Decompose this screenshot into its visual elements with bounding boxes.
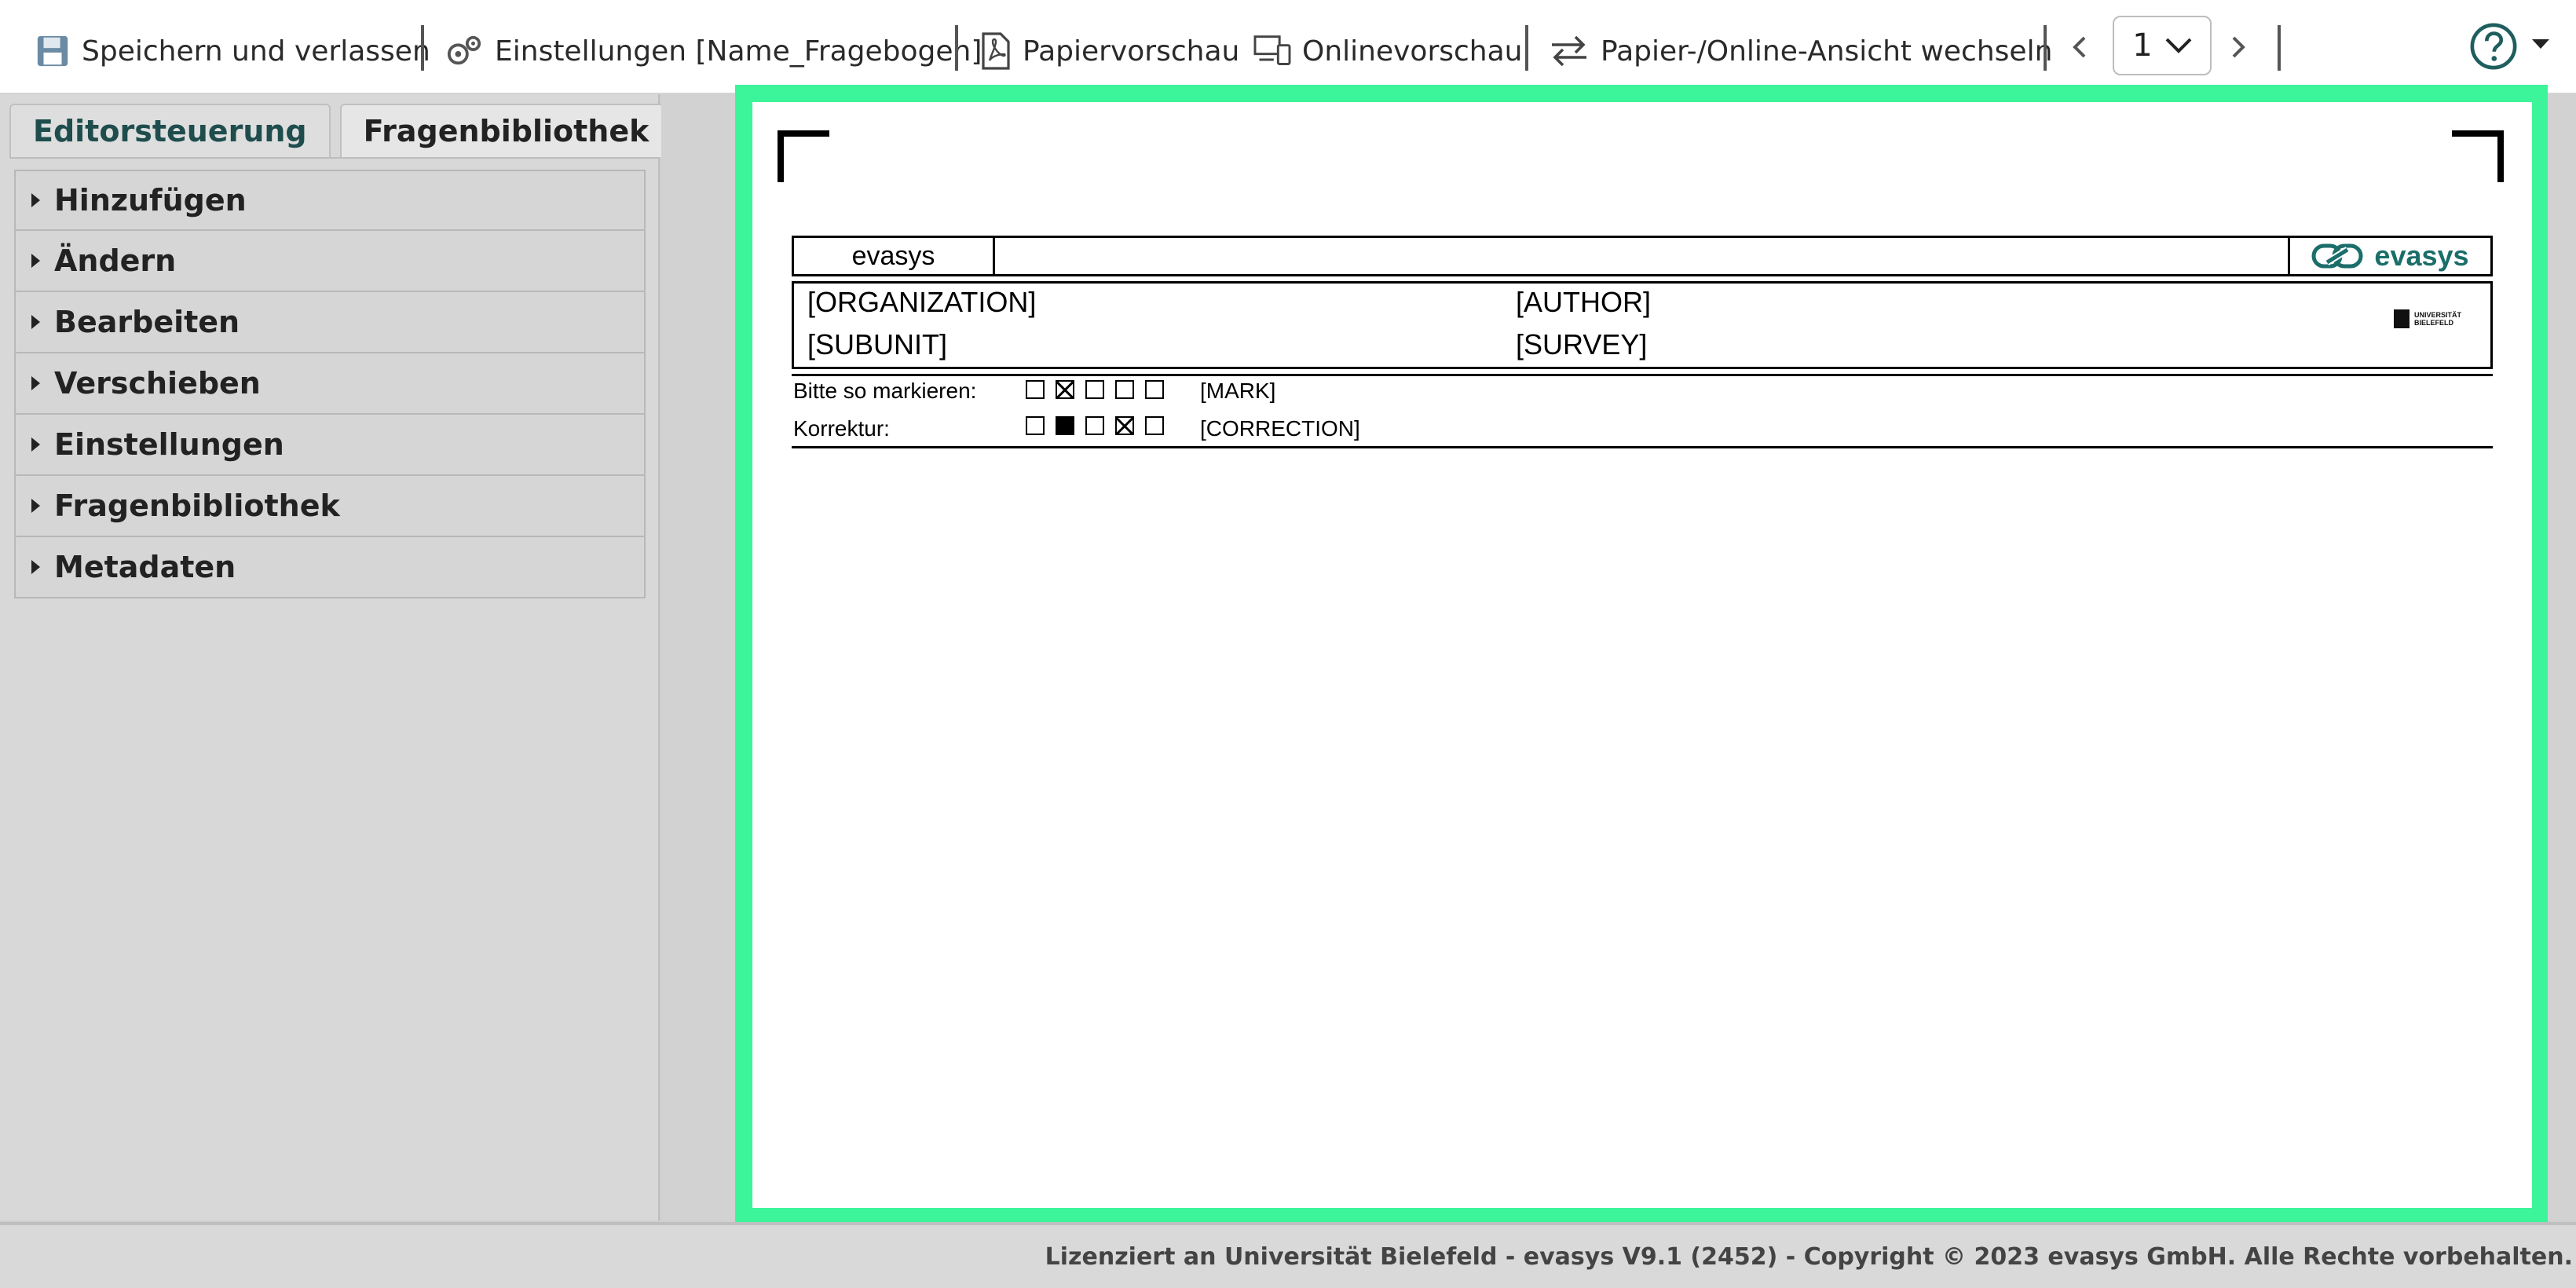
tab-question-library[interactable]: Fragenbibliothek [339, 104, 673, 157]
caret-down-icon [2532, 39, 2549, 49]
caret-right-icon [31, 376, 40, 390]
online-preview-label: Onlinevorschau [1302, 35, 1523, 68]
checkbox-example-filled [1056, 416, 1074, 435]
caret-right-icon [31, 193, 40, 207]
subunit-placeholder: [SUBUNIT] [807, 328, 948, 360]
chevron-left-icon [2073, 36, 2086, 58]
accordion-change[interactable]: Ändern [14, 231, 646, 292]
paper-preview-label: Papiervorschau [1023, 35, 1240, 68]
toolbar-divider [2044, 25, 2047, 71]
accordion-question-library[interactable]: Fragenbibliothek [14, 476, 646, 537]
pdf-file-icon [982, 32, 1010, 70]
devices-icon [1253, 35, 1291, 65]
checkbox-example-crossed [1056, 380, 1074, 399]
tab-underline [9, 157, 660, 159]
caret-right-icon [31, 499, 40, 513]
toolbar: Speichern und verlassen Einstellungen [N… [0, 0, 2576, 94]
university-logo-mark [2394, 309, 2410, 328]
mark-instruction-label: Bitte so markieren: [793, 379, 977, 403]
chevron-right-icon [2232, 36, 2245, 58]
accordion-list: Hinzufügen Ändern Bearbeiten Verschieben… [14, 170, 646, 598]
accordion-edit[interactable]: Bearbeiten [14, 292, 646, 353]
instructions-divider [792, 446, 2493, 448]
floppy-disk-icon [37, 35, 68, 67]
checkbox-example-empty [1026, 416, 1045, 435]
gears-icon [447, 35, 481, 65]
toolbar-divider [1525, 25, 1528, 71]
evasys-logo-text: evasys [2374, 240, 2469, 272]
accordion-label: Verschieben [54, 366, 261, 401]
author-placeholder: [AUTHOR] [1516, 286, 1652, 318]
accordion-add[interactable]: Hinzufügen [14, 170, 646, 231]
accordion-label: Ändern [54, 243, 177, 278]
save-and-exit-button[interactable]: Speichern und verlassen [35, 17, 430, 85]
chevron-down-icon [2165, 38, 2192, 53]
license-footer: Lizenziert an Universität Bielefeld - ev… [0, 1222, 2576, 1288]
tab-editor-control[interactable]: Editorsteuerung [9, 104, 331, 157]
checkbox-example-crossed [1115, 416, 1134, 435]
help-menu-caret[interactable] [2530, 38, 2551, 54]
page-number-value: 1 [2132, 27, 2153, 64]
university-logo-line1: UNIVERSITÄT [2414, 311, 2462, 319]
university-logo: UNIVERSITÄT BIELEFELD [2394, 309, 2461, 328]
toolbar-divider [2278, 25, 2281, 71]
checkbox-example-empty [1145, 380, 1164, 399]
mark-placeholder: [MARK] [1200, 379, 1276, 403]
checkbox-example-empty [1085, 416, 1104, 435]
accordion-move[interactable]: Verschieben [14, 353, 646, 415]
accordion-label: Metadaten [54, 550, 236, 584]
next-page-button[interactable] [2223, 28, 2254, 66]
page-number-select[interactable]: 1 [2113, 16, 2212, 75]
correction-example-boxes [1026, 416, 1175, 435]
switch-view-button[interactable]: Papier-/Online-Ansicht wechseln [1549, 17, 2052, 85]
caret-right-icon [31, 437, 40, 452]
evasys-logo: evasys [2288, 238, 2490, 274]
accordion-label: Bearbeiten [54, 305, 240, 339]
checkbox-example-empty [1085, 380, 1104, 399]
license-text: Lizenziert an Universität Bielefeld - ev… [1045, 1242, 2573, 1271]
registration-mark-top-left [778, 130, 829, 182]
save-and-exit-label: Speichern und verlassen [82, 35, 430, 68]
help-icon [2470, 23, 2517, 70]
registration-mark-top-right [2452, 130, 2504, 182]
checkbox-example-empty [1145, 416, 1164, 435]
swap-arrows-icon [1552, 35, 1586, 67]
caret-right-icon [31, 315, 40, 329]
evasys-logo-icon [2311, 243, 2363, 269]
caret-right-icon [31, 254, 40, 268]
header-left-cell: evasys [794, 238, 995, 274]
checkbox-example-empty [1026, 380, 1045, 399]
university-logo-line2: BIELEFELD [2414, 319, 2454, 327]
correction-placeholder: [CORRECTION] [1200, 416, 1360, 441]
mark-example-boxes [1026, 380, 1175, 399]
page-header-row: evasys evasys [792, 236, 2493, 276]
accordion-label: Einstellungen [54, 427, 284, 462]
accordion-label: Hinzufügen [54, 183, 247, 218]
toolbar-divider [421, 25, 424, 71]
toolbar-divider [955, 25, 958, 71]
online-preview-button[interactable]: Onlinevorschau [1253, 17, 1523, 85]
correction-instruction-label: Korrektur: [793, 416, 890, 441]
settings-button[interactable]: Einstellungen [Name_Fragebogen] [445, 17, 982, 85]
settings-label: Einstellungen [Name_Fragebogen] [495, 35, 982, 68]
side-panel-tabs: Editorsteuerung Fragenbibliothek [9, 104, 682, 157]
paper-preview-button[interactable]: Papiervorschau [980, 17, 1239, 85]
editor-side-panel: Editorsteuerung Fragenbibliothek Hinzufü… [0, 94, 673, 1220]
switch-view-label: Papier-/Online-Ansicht wechseln [1601, 35, 2053, 68]
info-underline [792, 374, 2493, 376]
survey-placeholder: [SURVEY] [1516, 328, 1648, 360]
help-button[interactable] [2469, 22, 2518, 71]
accordion-metadata[interactable]: Metadaten [14, 537, 646, 598]
checkbox-example-empty [1115, 380, 1134, 399]
organization-placeholder: [ORGANIZATION] [807, 286, 1037, 318]
caret-right-icon [31, 560, 40, 574]
accordion-label: Fragenbibliothek [54, 488, 340, 523]
accordion-settings[interactable]: Einstellungen [14, 415, 646, 476]
previous-page-button[interactable] [2064, 28, 2095, 66]
